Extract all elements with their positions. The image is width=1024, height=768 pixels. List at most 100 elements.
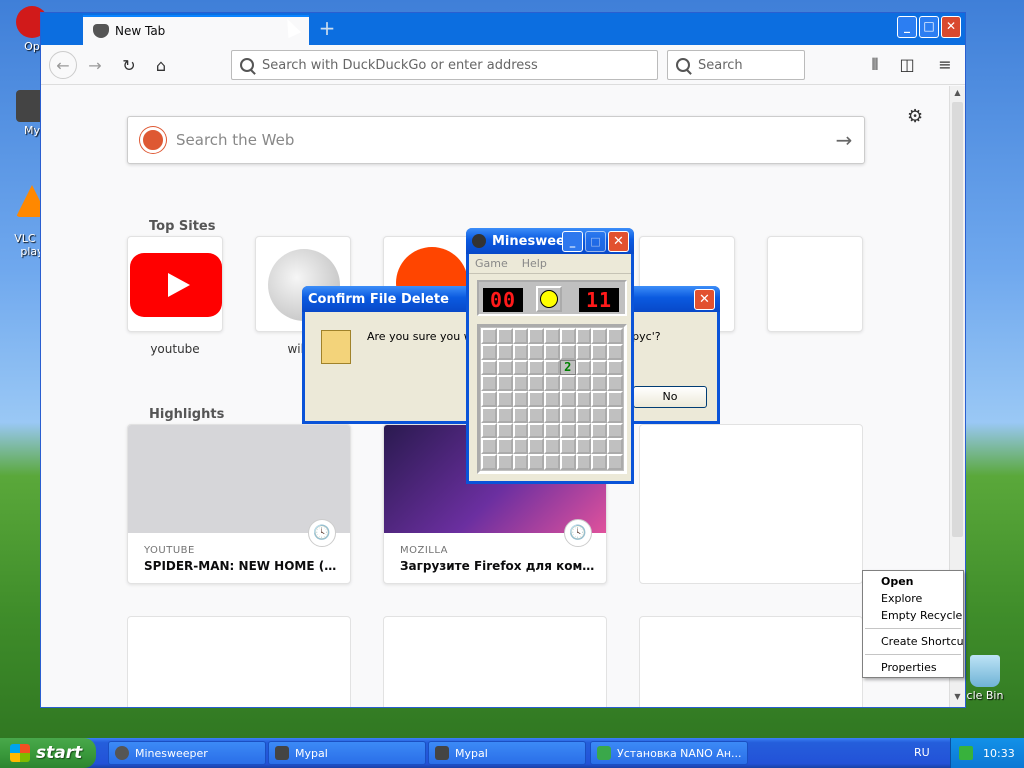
- mine-cell[interactable]: [496, 375, 513, 392]
- taskbar-item-mypal[interactable]: Mypal: [428, 741, 586, 765]
- menu-game[interactable]: Game: [475, 257, 508, 270]
- mine-cell[interactable]: [544, 438, 560, 455]
- mine-cell[interactable]: [481, 454, 497, 470]
- mine-cell[interactable]: [528, 359, 545, 376]
- mine-cell[interactable]: [575, 406, 592, 423]
- menu-item-explore[interactable]: Explore: [881, 592, 922, 605]
- mine-cell[interactable]: [481, 438, 497, 455]
- mine-cell[interactable]: [496, 343, 513, 360]
- top-site-empty[interactable]: [767, 236, 863, 332]
- revealed-cell[interactable]: 2: [559, 359, 576, 376]
- arrow-right-icon[interactable]: →: [824, 128, 864, 152]
- mine-cell[interactable]: [512, 375, 529, 392]
- mine-cell[interactable]: [591, 328, 608, 344]
- new-game-button[interactable]: [536, 286, 562, 312]
- menu-item-properties[interactable]: Properties: [881, 661, 937, 674]
- mine-cell[interactable]: [528, 343, 545, 360]
- minimize-button[interactable]: _: [562, 231, 583, 252]
- mine-cell[interactable]: [591, 375, 608, 392]
- mine-cell[interactable]: [575, 375, 592, 392]
- mine-cell[interactable]: [528, 422, 545, 439]
- address-bar[interactable]: Search with DuckDuckGo or enter address: [231, 50, 658, 80]
- top-site-youtube[interactable]: [127, 236, 223, 332]
- mine-cell[interactable]: [528, 391, 545, 407]
- mine-cell[interactable]: [481, 328, 497, 344]
- mine-cell[interactable]: [544, 391, 560, 407]
- mine-cell[interactable]: [591, 359, 608, 376]
- reload-button[interactable]: ↻: [115, 51, 143, 79]
- mine-cell[interactable]: [575, 359, 592, 376]
- mine-cell[interactable]: [512, 359, 529, 376]
- mine-cell[interactable]: [591, 422, 608, 439]
- tab-new-tab[interactable]: New Tab: [83, 15, 309, 45]
- mine-cell[interactable]: [528, 375, 545, 392]
- mine-cell[interactable]: [607, 343, 623, 360]
- mine-cell[interactable]: [528, 438, 545, 455]
- mine-cell[interactable]: [544, 328, 560, 344]
- forward-button[interactable]: →: [81, 51, 109, 79]
- mine-cell[interactable]: [481, 375, 497, 392]
- mine-cell[interactable]: [575, 422, 592, 439]
- mine-cell[interactable]: [575, 438, 592, 455]
- antivirus-icon[interactable]: [959, 746, 973, 760]
- taskbar-item-minesweeper[interactable]: Minesweeper: [108, 741, 266, 765]
- mine-cell[interactable]: [559, 454, 576, 470]
- mine-cell[interactable]: [512, 454, 529, 470]
- mine-cell[interactable]: [591, 406, 608, 423]
- language-indicator[interactable]: RU: [914, 746, 930, 759]
- mine-cell[interactable]: [544, 375, 560, 392]
- mine-cell[interactable]: [559, 343, 576, 360]
- maximize-button[interactable]: □: [919, 16, 939, 38]
- scroll-down-icon[interactable]: ▼: [952, 692, 963, 704]
- sidebar-button[interactable]: ◫: [897, 55, 917, 75]
- mine-cell[interactable]: [481, 359, 497, 376]
- mine-cell[interactable]: [559, 375, 576, 392]
- menu-button[interactable]: ≡: [935, 55, 955, 75]
- close-button[interactable]: ✕: [608, 231, 629, 252]
- mine-cell[interactable]: [591, 454, 608, 470]
- mine-cell[interactable]: [528, 454, 545, 470]
- highlight-card[interactable]: 🕓 YOUTUBE SPIDER-MAN: NEW HOME (2024…: [127, 424, 351, 584]
- menu-item-create-shortcut[interactable]: Create Shortcut: [881, 635, 963, 648]
- mine-cell[interactable]: [559, 422, 576, 439]
- taskbar-item-installer[interactable]: Установка NANO Ан...: [590, 741, 748, 765]
- web-search-box[interactable]: Search the Web →: [127, 116, 865, 164]
- mine-cell[interactable]: [481, 422, 497, 439]
- mine-cell[interactable]: [575, 328, 592, 344]
- mine-cell[interactable]: [607, 359, 623, 376]
- mine-cell[interactable]: [512, 438, 529, 455]
- mine-cell[interactable]: [544, 359, 560, 376]
- mine-cell[interactable]: [481, 406, 497, 423]
- start-button[interactable]: start: [0, 738, 96, 768]
- mine-cell[interactable]: [607, 391, 623, 407]
- mine-cell[interactable]: [496, 422, 513, 439]
- mine-cell[interactable]: [607, 328, 623, 344]
- mine-cell[interactable]: [544, 422, 560, 439]
- mine-cell[interactable]: [591, 391, 608, 407]
- mine-cell[interactable]: [512, 328, 529, 344]
- mine-cell[interactable]: [528, 328, 545, 344]
- menu-help[interactable]: Help: [522, 257, 547, 270]
- mine-cell[interactable]: [544, 454, 560, 470]
- mine-cell[interactable]: [481, 391, 497, 407]
- settings-button[interactable]: ⚙: [907, 106, 923, 127]
- mine-cell[interactable]: [559, 406, 576, 423]
- mine-cell[interactable]: [591, 343, 608, 360]
- maximize-button[interactable]: □: [585, 231, 606, 252]
- mine-cell[interactable]: [496, 438, 513, 455]
- mine-cell[interactable]: [496, 406, 513, 423]
- mine-cell[interactable]: [544, 343, 560, 360]
- mine-cell[interactable]: [607, 454, 623, 470]
- mine-cell[interactable]: [544, 406, 560, 423]
- mine-cell[interactable]: [559, 391, 576, 407]
- back-button[interactable]: ←: [49, 51, 77, 79]
- mine-cell[interactable]: [496, 359, 513, 376]
- desktop-icon-recycle-bin[interactable]: cle Bin: [960, 655, 1010, 702]
- mine-cell[interactable]: [496, 328, 513, 344]
- home-button[interactable]: ⌂: [147, 51, 175, 79]
- mine-cell[interactable]: [559, 328, 576, 344]
- menu-item-open[interactable]: Open: [881, 575, 914, 588]
- close-button[interactable]: ✕: [941, 16, 961, 38]
- taskbar-item-mypal[interactable]: Mypal: [268, 741, 426, 765]
- mine-cell[interactable]: [496, 454, 513, 470]
